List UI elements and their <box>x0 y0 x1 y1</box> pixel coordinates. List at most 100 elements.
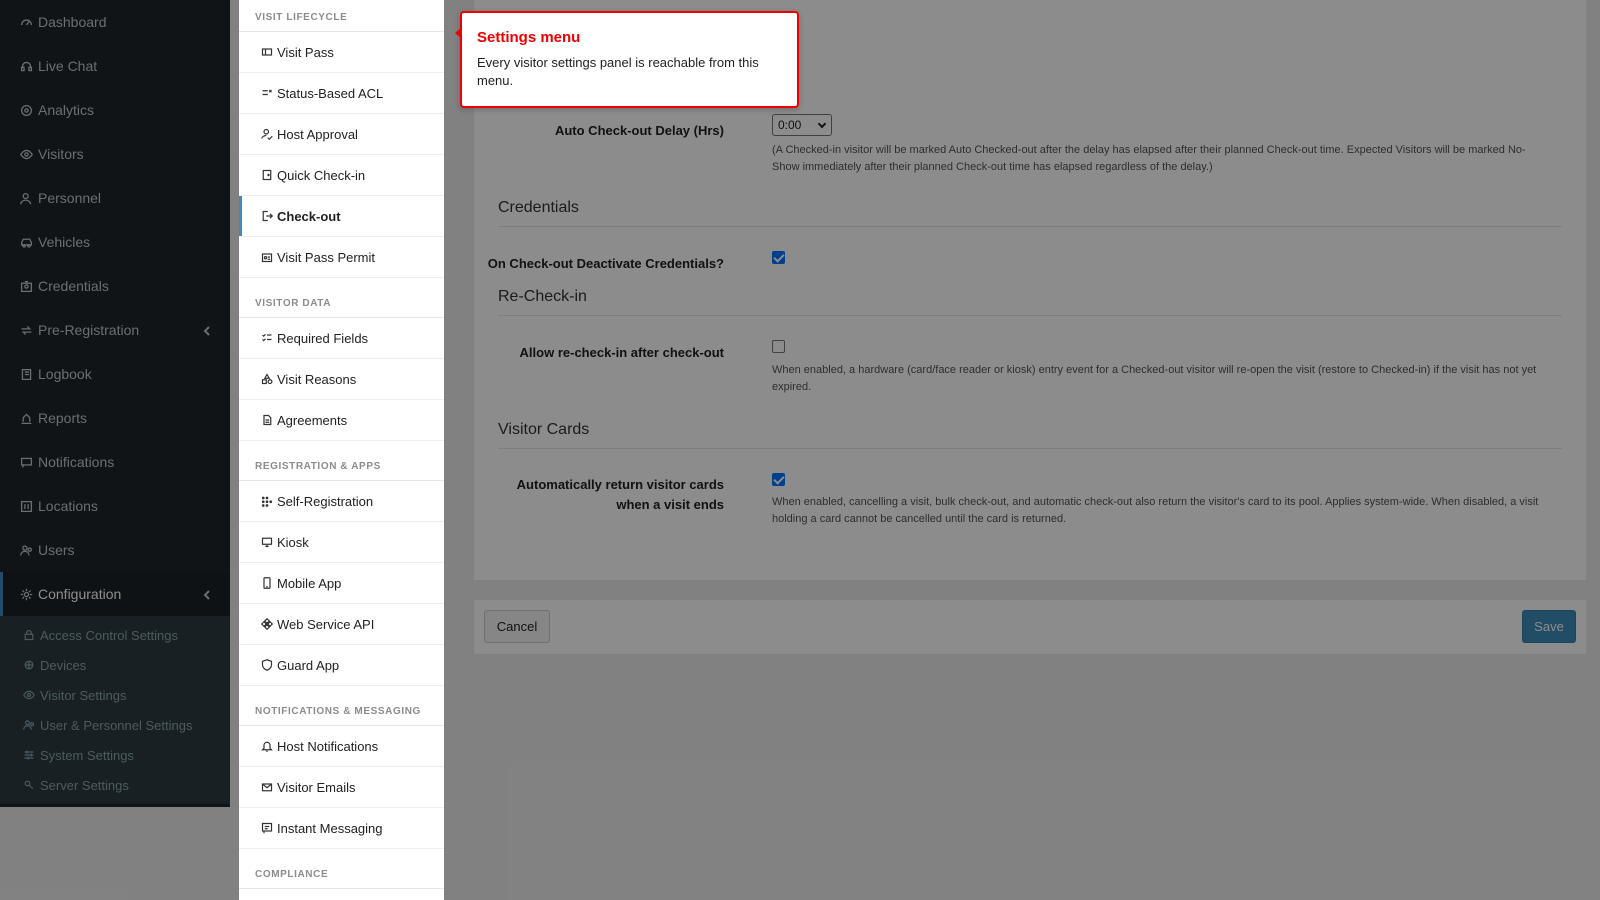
book-icon <box>18 366 34 382</box>
menu-item-visit-reasons[interactable]: Visit Reasons <box>239 359 444 400</box>
sidebar-item-vehicles[interactable]: Vehicles <box>0 220 230 264</box>
auto-checkout-delay-label: Auto Check-out Delay (Hrs) <box>554 123 724 138</box>
return-cards-checkbox[interactable] <box>772 473 785 486</box>
sidebar-subitem-system-settings[interactable]: System Settings <box>0 740 230 770</box>
sidebar-item-visitors[interactable]: Visitors <box>0 132 230 176</box>
checklist-icon <box>259 330 275 346</box>
save-button[interactable]: Save <box>1522 610 1576 643</box>
recheckin-checkbox[interactable] <box>772 340 785 353</box>
visitor-cards-divider <box>498 448 1562 449</box>
menu-item-label: Self-Registration <box>277 493 374 509</box>
menu-item-label: Host Notifications <box>277 738 379 754</box>
menu-item-label: Guard App <box>277 657 340 673</box>
sidebar-item-notifications[interactable]: Notifications <box>0 440 230 484</box>
shapes-icon <box>259 371 275 387</box>
menu-item-label: Agreements <box>277 412 348 428</box>
report-icon <box>18 410 34 426</box>
eye-icon <box>18 146 34 162</box>
deactivate-credentials-checkbox[interactable] <box>772 251 785 264</box>
menu-item-mobile-app[interactable]: Mobile App <box>239 563 444 604</box>
menu-item-agreements[interactable]: Agreements <box>239 400 444 441</box>
menu-item-visitor-emails[interactable]: Visitor Emails <box>239 767 444 808</box>
sidebar-item-reports[interactable]: Reports <box>0 396 230 440</box>
auto-checkout-delay-select[interactable]: 0:00 <box>772 114 832 136</box>
target-icon <box>18 102 34 118</box>
network-icon <box>259 616 275 632</box>
menu-item-check-out[interactable]: Check-out <box>239 196 444 237</box>
sidebar-item-credentials[interactable]: Credentials <box>0 264 230 308</box>
sidebar-item-label: Dashboard <box>38 14 107 30</box>
cancel-button[interactable]: Cancel <box>484 610 550 643</box>
sidebar-item-locations[interactable]: Locations <box>0 484 230 528</box>
menu-section-heading: VISITOR DATA <box>239 286 444 318</box>
sidebar-item-personnel[interactable]: Personnel <box>0 176 230 220</box>
menu-item-label: Visit Pass Permit <box>277 249 376 265</box>
sidebar-subitem-access-control-settings[interactable]: Access Control Settings <box>0 620 230 650</box>
menu-item-web-service-api[interactable]: Web Service API <box>239 604 444 645</box>
grid-dots-icon <box>259 493 275 509</box>
mail-icon <box>259 779 275 795</box>
door-icon <box>259 167 275 183</box>
users-icon <box>18 542 34 558</box>
sidebar-item-analytics[interactable]: Analytics <box>0 88 230 132</box>
sidebar-subitem-label: Server Settings <box>40 777 129 793</box>
menu-item-guard-app[interactable]: Guard App <box>239 645 444 686</box>
sidebar-subitem-server-settings[interactable]: Server Settings <box>0 770 230 800</box>
sidebar-item-label: Visitors <box>38 146 84 162</box>
sidebar-item-users[interactable]: Users <box>0 528 230 572</box>
menu-section-heading: REGISTRATION & APPS <box>239 449 444 481</box>
recheckin-section-title: Re-Check-in <box>498 288 587 305</box>
sidebar-subitem-visitor-settings[interactable]: Visitor Settings <box>0 680 230 710</box>
sidebar-item-label: Pre-Registration <box>38 322 140 338</box>
gauge-icon <box>18 14 34 30</box>
menu-section-heading: COMPLIANCE <box>239 857 444 889</box>
menu-item-label: Host Approval <box>277 126 358 142</box>
menu-section-gap <box>239 441 444 449</box>
sidebar-subitem-devices[interactable]: Devices <box>0 650 230 680</box>
sidebar-item-label: Credentials <box>38 278 109 294</box>
sidebar-item-dashboard[interactable]: Dashboard <box>0 0 230 44</box>
recheckin-help: When enabled, a hardware (card/face read… <box>772 364 1537 393</box>
menu-item-instant-messaging[interactable]: Instant Messaging <box>239 808 444 849</box>
sidebar-item-configuration[interactable]: Configuration <box>0 572 230 616</box>
device-icon <box>22 658 36 672</box>
sidebar-subitem-user-and-personnel-settings[interactable]: User & Personnel Settings <box>0 710 230 740</box>
menu-section-heading: NOTIFICATIONS & MESSAGING <box>239 694 444 726</box>
sidebar-item-pre-registration[interactable]: Pre-Registration <box>0 308 230 352</box>
menu-item-visit-pass-permit[interactable]: Visit Pass Permit <box>239 237 444 278</box>
menu-item-host-approval[interactable]: Host Approval <box>239 114 444 155</box>
sidebar-item-logbook[interactable]: Logbook <box>0 352 230 396</box>
menu-item-required-fields[interactable]: Required Fields <box>239 318 444 359</box>
shield-icon <box>259 657 275 673</box>
monitor-icon <box>259 534 275 550</box>
bell-icon <box>259 738 275 754</box>
menu-item-label: Visit Reasons <box>277 371 357 387</box>
chevron-left-icon <box>202 587 214 600</box>
menu-section-gap <box>239 686 444 694</box>
menu-item-host-notifications[interactable]: Host Notifications <box>239 726 444 767</box>
gear-icon <box>18 586 34 602</box>
menu-item-quick-check-in[interactable]: Quick Check-in <box>239 155 444 196</box>
main-sidebar: Dashboard Live Chat Analytics Visitors Perso… <box>0 0 230 807</box>
return-cards-label-line-1: Automatically return visitor cards <box>516 477 724 492</box>
credentials-section-title: Credentials <box>498 199 579 216</box>
return-cards-label: Automatically return visitor cards when … <box>484 475 724 515</box>
form-footer: Cancel Save <box>474 600 1586 654</box>
menu-item-visit-pass[interactable]: Visit Pass <box>239 32 444 73</box>
sidebar-subitem-label: System Settings <box>40 747 134 763</box>
menu-item-label: Instant Messaging <box>277 820 383 836</box>
menu-item-self-registration[interactable]: Self-Registration <box>239 481 444 522</box>
menu-item-kiosk[interactable]: Kiosk <box>239 522 444 563</box>
sidebar-item-live-chat[interactable]: Live Chat <box>0 44 230 88</box>
menu-item-label: Status-Based ACL <box>277 85 384 101</box>
visitor-cards-section-title: Visitor Cards <box>498 421 590 438</box>
menu-item-status-based-acl[interactable]: Status-Based ACL <box>239 73 444 114</box>
recheckin-divider <box>498 315 1562 316</box>
person-check-icon <box>259 126 275 142</box>
menu-item-label: Check-out <box>277 208 341 224</box>
arrows-icon <box>18 322 34 338</box>
sidebar-item-label: Vehicles <box>38 234 91 250</box>
chat-icon <box>259 820 275 836</box>
headset-icon <box>18 58 34 74</box>
sidebar-item-label: Configuration <box>38 586 122 602</box>
